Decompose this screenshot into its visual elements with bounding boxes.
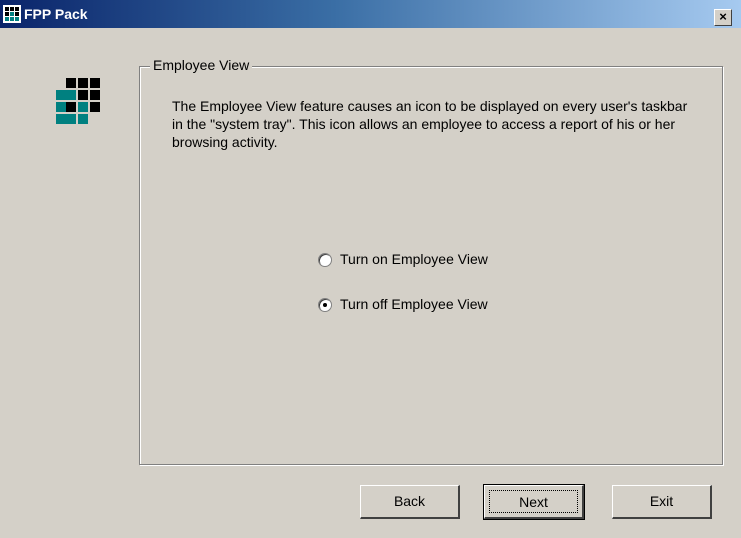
exit-button[interactable]: Exit [612, 485, 712, 519]
radio-selected-dot [323, 303, 327, 307]
window-title: FPP Pack [24, 6, 88, 22]
next-button[interactable]: Next [483, 484, 585, 520]
radio-button-icon[interactable] [318, 253, 332, 267]
radio-turn-off-label[interactable]: Turn off Employee View [340, 296, 488, 312]
close-button[interactable]: × [714, 9, 732, 26]
feature-description: The Employee View feature causes an icon… [172, 98, 688, 150]
next-button-label: Next [489, 490, 578, 513]
radio-button-icon[interactable] [318, 298, 332, 312]
back-button[interactable]: Back [360, 485, 460, 519]
title-bar[interactable]: FPP Pack × [0, 0, 741, 28]
radio-turn-on-label[interactable]: Turn on Employee View [340, 251, 488, 267]
grid-logo-icon [56, 78, 100, 124]
groupbox-legend: Employee View [150, 57, 253, 73]
app-grid-icon [3, 5, 21, 23]
close-icon: × [719, 9, 727, 24]
